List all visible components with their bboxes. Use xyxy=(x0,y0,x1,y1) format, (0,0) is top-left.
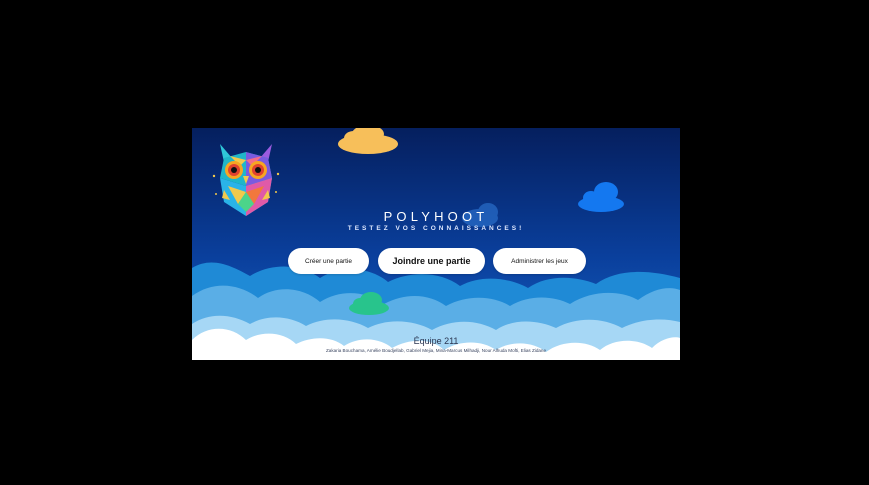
yellow-cloud xyxy=(338,128,398,154)
create-game-button[interactable]: Créer une partie xyxy=(288,248,369,274)
app-subtitle: TESTEZ VOS CONNAISSANCES! xyxy=(347,225,525,232)
footer-members: Zakaria Bouchama, Amélie Boudjellab, Gab… xyxy=(325,348,547,353)
blue-cloud xyxy=(578,182,624,212)
admin-games-button[interactable]: Administrer les jeux xyxy=(493,248,586,274)
app-title: POLYHOOT xyxy=(383,209,489,224)
join-game-button[interactable]: Joindre une partie xyxy=(378,248,485,274)
app-window: POLYHOOT TESTEZ VOS CONNAISSANCES! Créer… xyxy=(192,128,680,360)
owl-logo-icon xyxy=(212,144,280,216)
footer-team: Équipe 211 xyxy=(413,336,459,346)
